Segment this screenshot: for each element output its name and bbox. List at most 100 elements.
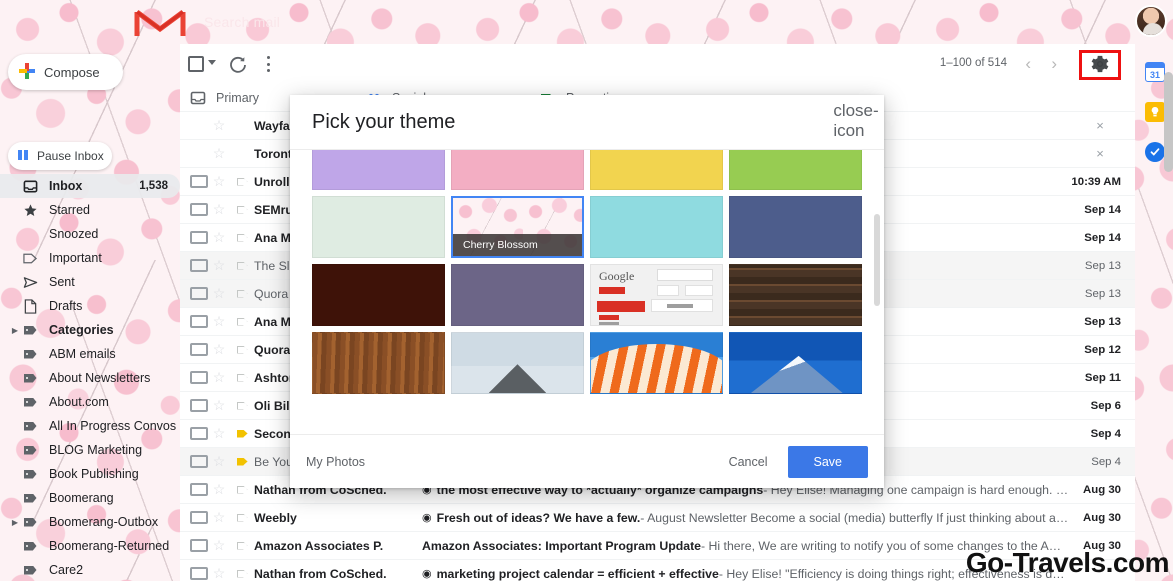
- expand-chevron-icon[interactable]: ▶: [10, 518, 20, 527]
- important-marker-icon[interactable]: [230, 289, 254, 298]
- cancel-button[interactable]: Cancel: [715, 447, 782, 477]
- theme-swatch[interactable]: [729, 332, 862, 394]
- calendar-icon[interactable]: 31: [1145, 62, 1165, 82]
- important-marker-icon[interactable]: [230, 457, 254, 466]
- chevron-down-icon[interactable]: [208, 60, 216, 65]
- sidebar-item-blog-marketing[interactable]: BLOG Marketing: [0, 438, 180, 462]
- sidebar-item-care2[interactable]: Care2: [0, 558, 180, 581]
- sidebar-item-all-in-progress-convos[interactable]: All In Progress Convos: [0, 414, 180, 438]
- star-icon[interactable]: ☆: [208, 201, 230, 218]
- important-marker-icon[interactable]: [230, 317, 254, 326]
- sidebar-item-important[interactable]: Important: [0, 246, 180, 270]
- email-checkbox[interactable]: [190, 203, 208, 216]
- dismiss-icon[interactable]: ×: [1069, 118, 1131, 133]
- more-options-icon[interactable]: [258, 54, 278, 74]
- important-marker-icon[interactable]: [230, 485, 254, 494]
- email-checkbox[interactable]: [190, 175, 208, 188]
- search-input[interactable]: Search mail: [196, 14, 280, 30]
- tasks-icon[interactable]: [1145, 142, 1165, 162]
- important-marker-icon[interactable]: [230, 513, 254, 522]
- theme-swatch[interactable]: [312, 332, 445, 394]
- star-icon[interactable]: ☆: [208, 257, 230, 274]
- important-marker-icon[interactable]: [230, 373, 254, 382]
- sidebar-item-starred[interactable]: Starred: [0, 198, 180, 222]
- email-checkbox[interactable]: [190, 343, 208, 356]
- email-checkbox[interactable]: [190, 567, 208, 580]
- search-bar[interactable]: Search mail: [196, 8, 796, 36]
- important-marker-icon[interactable]: [230, 345, 254, 354]
- theme-swatch[interactable]: [312, 264, 445, 326]
- sidebar-item-about-newsletters[interactable]: About Newsletters: [0, 366, 180, 390]
- compose-button[interactable]: Compose: [8, 54, 123, 90]
- sidebar-item-book-publishing[interactable]: Book Publishing: [0, 462, 180, 486]
- important-marker-icon[interactable]: [230, 261, 254, 270]
- theme-swatch[interactable]: [729, 264, 862, 326]
- theme-swatch[interactable]: [729, 150, 862, 190]
- email-checkbox[interactable]: [190, 287, 208, 300]
- sidebar-item-boomerang-outbox[interactable]: ▶ Boomerang-Outbox: [0, 510, 180, 534]
- dialog-scrollbar[interactable]: [874, 214, 880, 306]
- sidebar-item-boomerang-returned[interactable]: Boomerang-Returned: [0, 534, 180, 558]
- sidebar-item-sent[interactable]: Sent: [0, 270, 180, 294]
- star-icon[interactable]: ☆: [208, 145, 230, 162]
- theme-swatch[interactable]: [312, 150, 445, 190]
- email-row[interactable]: ☆ Weebly ◉ Fresh out of ideas? We have a fe…: [180, 504, 1135, 532]
- theme-swatch[interactable]: Google: [590, 264, 723, 326]
- important-marker-icon[interactable]: [230, 401, 254, 410]
- sidebar-item-categories[interactable]: ▶ Categories: [0, 318, 180, 342]
- star-icon[interactable]: ☆: [208, 369, 230, 386]
- email-checkbox[interactable]: [190, 539, 208, 552]
- save-button[interactable]: Save: [787, 445, 868, 478]
- keep-icon[interactable]: [1145, 102, 1165, 122]
- email-checkbox[interactable]: [190, 399, 208, 412]
- important-marker-icon[interactable]: [230, 177, 254, 186]
- sidebar-item-snoozed[interactable]: Snoozed: [0, 222, 180, 246]
- important-marker-icon[interactable]: [230, 429, 254, 438]
- email-list-scrollbar[interactable]: [1164, 72, 1173, 172]
- star-icon[interactable]: ☆: [208, 229, 230, 246]
- sidebar-item-abm-emails[interactable]: ABM emails: [0, 342, 180, 366]
- theme-swatch[interactable]: [451, 332, 584, 394]
- theme-swatch[interactable]: [451, 264, 584, 326]
- star-icon[interactable]: ☆: [208, 453, 230, 470]
- pause-inbox-button[interactable]: Pause Inbox: [8, 142, 112, 170]
- star-icon[interactable]: ☆: [208, 509, 230, 526]
- theme-swatch[interactable]: [590, 150, 723, 190]
- theme-grid-scroll-area[interactable]: Cherry Blossom Google: [290, 150, 884, 434]
- email-checkbox[interactable]: [190, 259, 208, 272]
- theme-swatch[interactable]: [729, 196, 862, 258]
- dismiss-icon[interactable]: ×: [1069, 146, 1131, 161]
- theme-swatch[interactable]: [590, 332, 723, 394]
- important-marker-icon[interactable]: [230, 569, 254, 578]
- theme-swatch[interactable]: [451, 150, 584, 190]
- star-icon[interactable]: ☆: [208, 285, 230, 302]
- theme-swatch[interactable]: [590, 196, 723, 258]
- email-checkbox[interactable]: [190, 315, 208, 328]
- sidebar-item-inbox[interactable]: Inbox 1,538: [0, 174, 180, 198]
- star-icon[interactable]: ☆: [208, 481, 230, 498]
- email-checkbox[interactable]: [190, 231, 208, 244]
- theme-swatch[interactable]: [312, 196, 445, 258]
- important-marker-icon[interactable]: [230, 541, 254, 550]
- refresh-icon[interactable]: [228, 54, 248, 74]
- previous-page-button[interactable]: ‹: [1025, 54, 1031, 74]
- star-icon[interactable]: ☆: [208, 341, 230, 358]
- important-marker-icon[interactable]: [230, 205, 254, 214]
- star-icon[interactable]: ☆: [208, 565, 230, 581]
- select-all-checkbox[interactable]: [188, 56, 204, 72]
- settings-gear-button[interactable]: [1079, 50, 1121, 80]
- sidebar-item-drafts[interactable]: Drafts: [0, 294, 180, 318]
- expand-chevron-icon[interactable]: ▶: [10, 326, 20, 335]
- avatar[interactable]: [1135, 5, 1167, 37]
- sidebar-item-about-com[interactable]: About.com: [0, 390, 180, 414]
- sidebar-item-boomerang[interactable]: Boomerang: [0, 486, 180, 510]
- star-icon[interactable]: ☆: [208, 117, 230, 134]
- star-icon[interactable]: ☆: [208, 173, 230, 190]
- email-checkbox[interactable]: [190, 455, 208, 468]
- star-icon[interactable]: ☆: [208, 425, 230, 442]
- next-page-button[interactable]: ›: [1051, 54, 1057, 74]
- close-icon[interactable]: close-icon: [833, 101, 878, 140]
- important-marker-icon[interactable]: [230, 233, 254, 242]
- email-checkbox[interactable]: [190, 371, 208, 384]
- tab-primary[interactable]: Primary: [190, 84, 259, 112]
